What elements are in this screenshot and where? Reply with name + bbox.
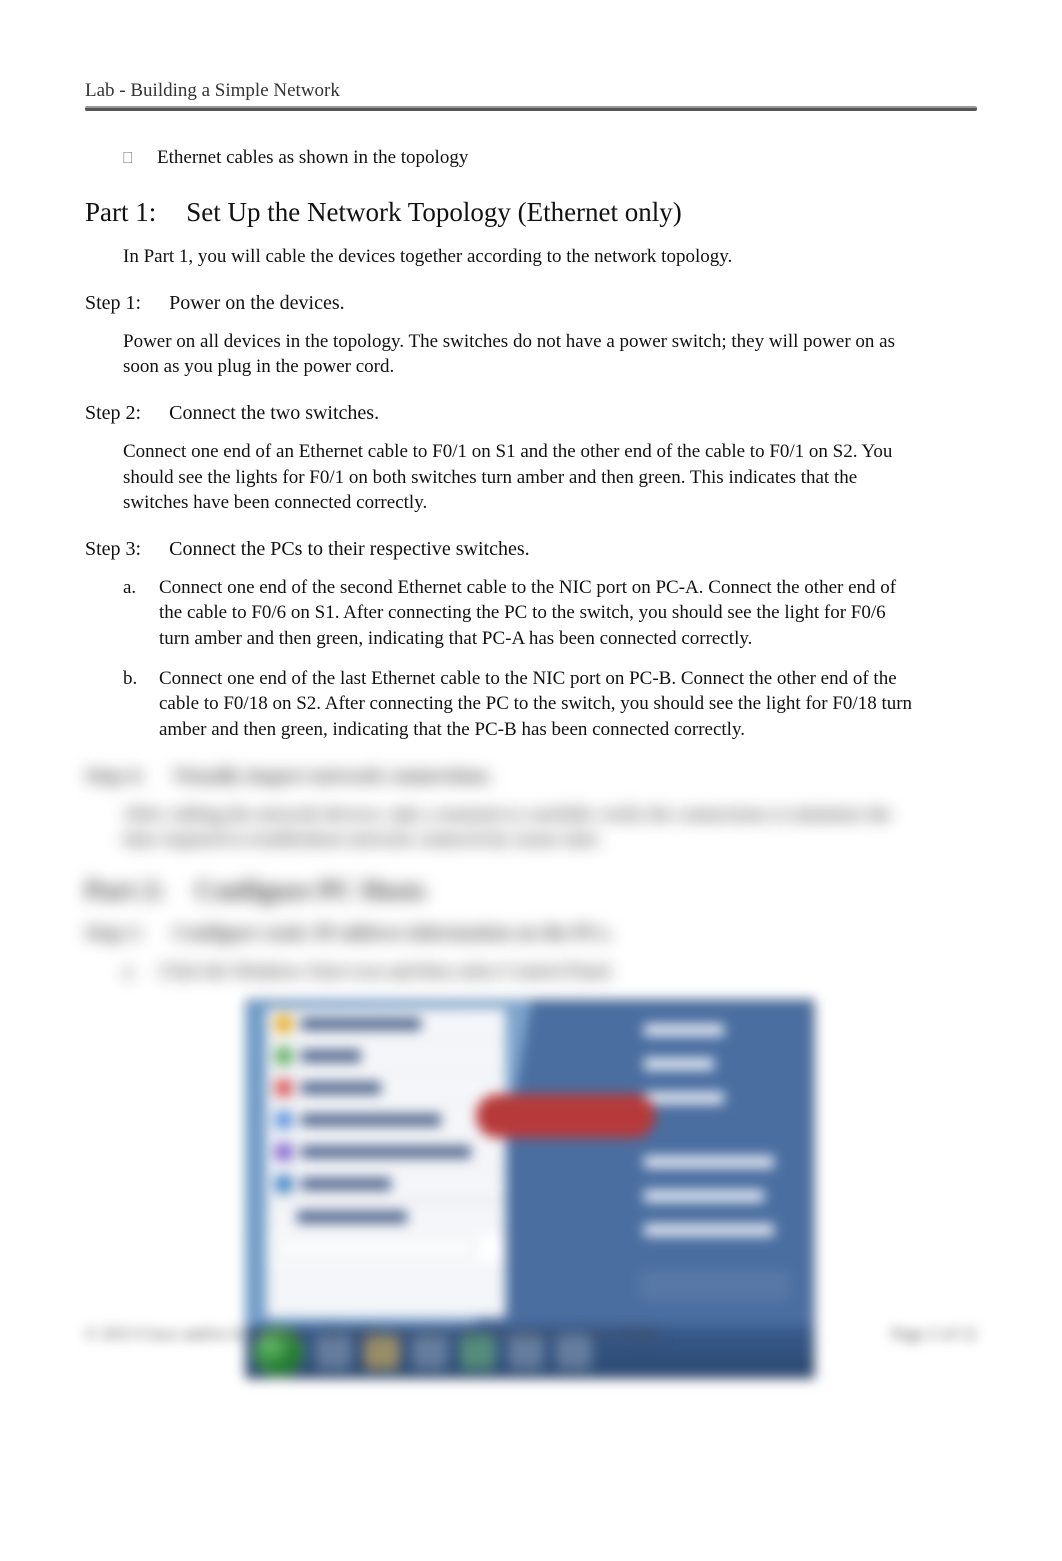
step1-title: Power on the devices.	[169, 292, 345, 315]
footer-page-number: Page 2 of 12	[892, 1324, 977, 1344]
p2-step1-a-text: Click the Windows Start icon and then se…	[159, 959, 615, 985]
footer-copyright: © 2013 Cisco and/or its affiliates. All …	[85, 1324, 665, 1344]
part1-label: Part 1:	[85, 197, 156, 228]
part2-heading: Part 2: Configure PC Hosts	[85, 875, 977, 906]
p2-step1-item-a: a. Click the Windows Start icon and then…	[123, 959, 913, 985]
p2-step1-label: Step 1:	[85, 922, 144, 945]
step3-label: Step 3:	[85, 538, 141, 561]
step3-title: Connect the PCs to their respective swit…	[169, 538, 529, 561]
page-header-title: Lab - Building a Simple Network	[85, 80, 977, 102]
step3-b-letter: b.	[123, 666, 141, 743]
step3-item-b: b. Connect one end of the last Ethernet …	[123, 666, 913, 743]
bullet-item: ⎕ Ethernet cables as shown in the topolo…	[123, 147, 977, 169]
part1-intro: In Part 1, you will cable the devices to…	[123, 244, 977, 270]
part1-title: Set Up the Network Topology (Ethernet on…	[186, 197, 682, 228]
p2-step1-heading: Step 1: Configure static IP address info…	[85, 922, 977, 945]
step3-item-a: a. Connect one end of the second Etherne…	[123, 575, 913, 652]
bullet-icon: ⎕	[123, 150, 133, 168]
step2-heading: Step 2: Connect the two switches.	[85, 402, 977, 425]
step1-label: Step 1:	[85, 292, 141, 315]
part2-label: Part 2:	[85, 875, 165, 906]
p2-step1-a-letter: a.	[123, 959, 141, 985]
step4-body: After cabling the network devices, take …	[123, 802, 903, 853]
step3-b-text: Connect one end of the last Ethernet cab…	[159, 666, 913, 743]
step2-body: Connect one end of an Ethernet cable to …	[123, 439, 903, 516]
step4-title: Visually inspect network connections.	[172, 765, 492, 788]
windows-start-menu-screenshot	[245, 999, 815, 1379]
start-menu-left-pane	[266, 1008, 506, 1318]
step4-heading: Step 4: Visually inspect network connect…	[85, 765, 977, 788]
blurred-preview-region: Step 4: Visually inspect network connect…	[85, 765, 977, 985]
header-divider	[85, 106, 977, 111]
control-panel-highlight	[476, 1094, 656, 1138]
step2-title: Connect the two switches.	[169, 402, 379, 425]
bullet-text: Ethernet cables as shown in the topology	[157, 147, 468, 169]
step2-label: Step 2:	[85, 402, 141, 425]
step3-heading: Step 3: Connect the PCs to their respect…	[85, 538, 977, 561]
p2-step1-title: Configure static IP address information …	[172, 922, 612, 945]
step1-body: Power on all devices in the topology. Th…	[123, 329, 903, 380]
step3-a-letter: a.	[123, 575, 141, 652]
part1-heading: Part 1: Set Up the Network Topology (Eth…	[85, 197, 977, 228]
part2-title: Configure PC Hosts	[195, 875, 426, 906]
step1-heading: Step 1: Power on the devices.	[85, 292, 977, 315]
step4-label: Step 4:	[85, 765, 144, 788]
step3-a-text: Connect one end of the second Ethernet c…	[159, 575, 913, 652]
page-footer: © 2013 Cisco and/or its affiliates. All …	[85, 1324, 977, 1344]
document-page: Lab - Building a Simple Network ⎕ Ethern…	[0, 0, 1062, 1379]
